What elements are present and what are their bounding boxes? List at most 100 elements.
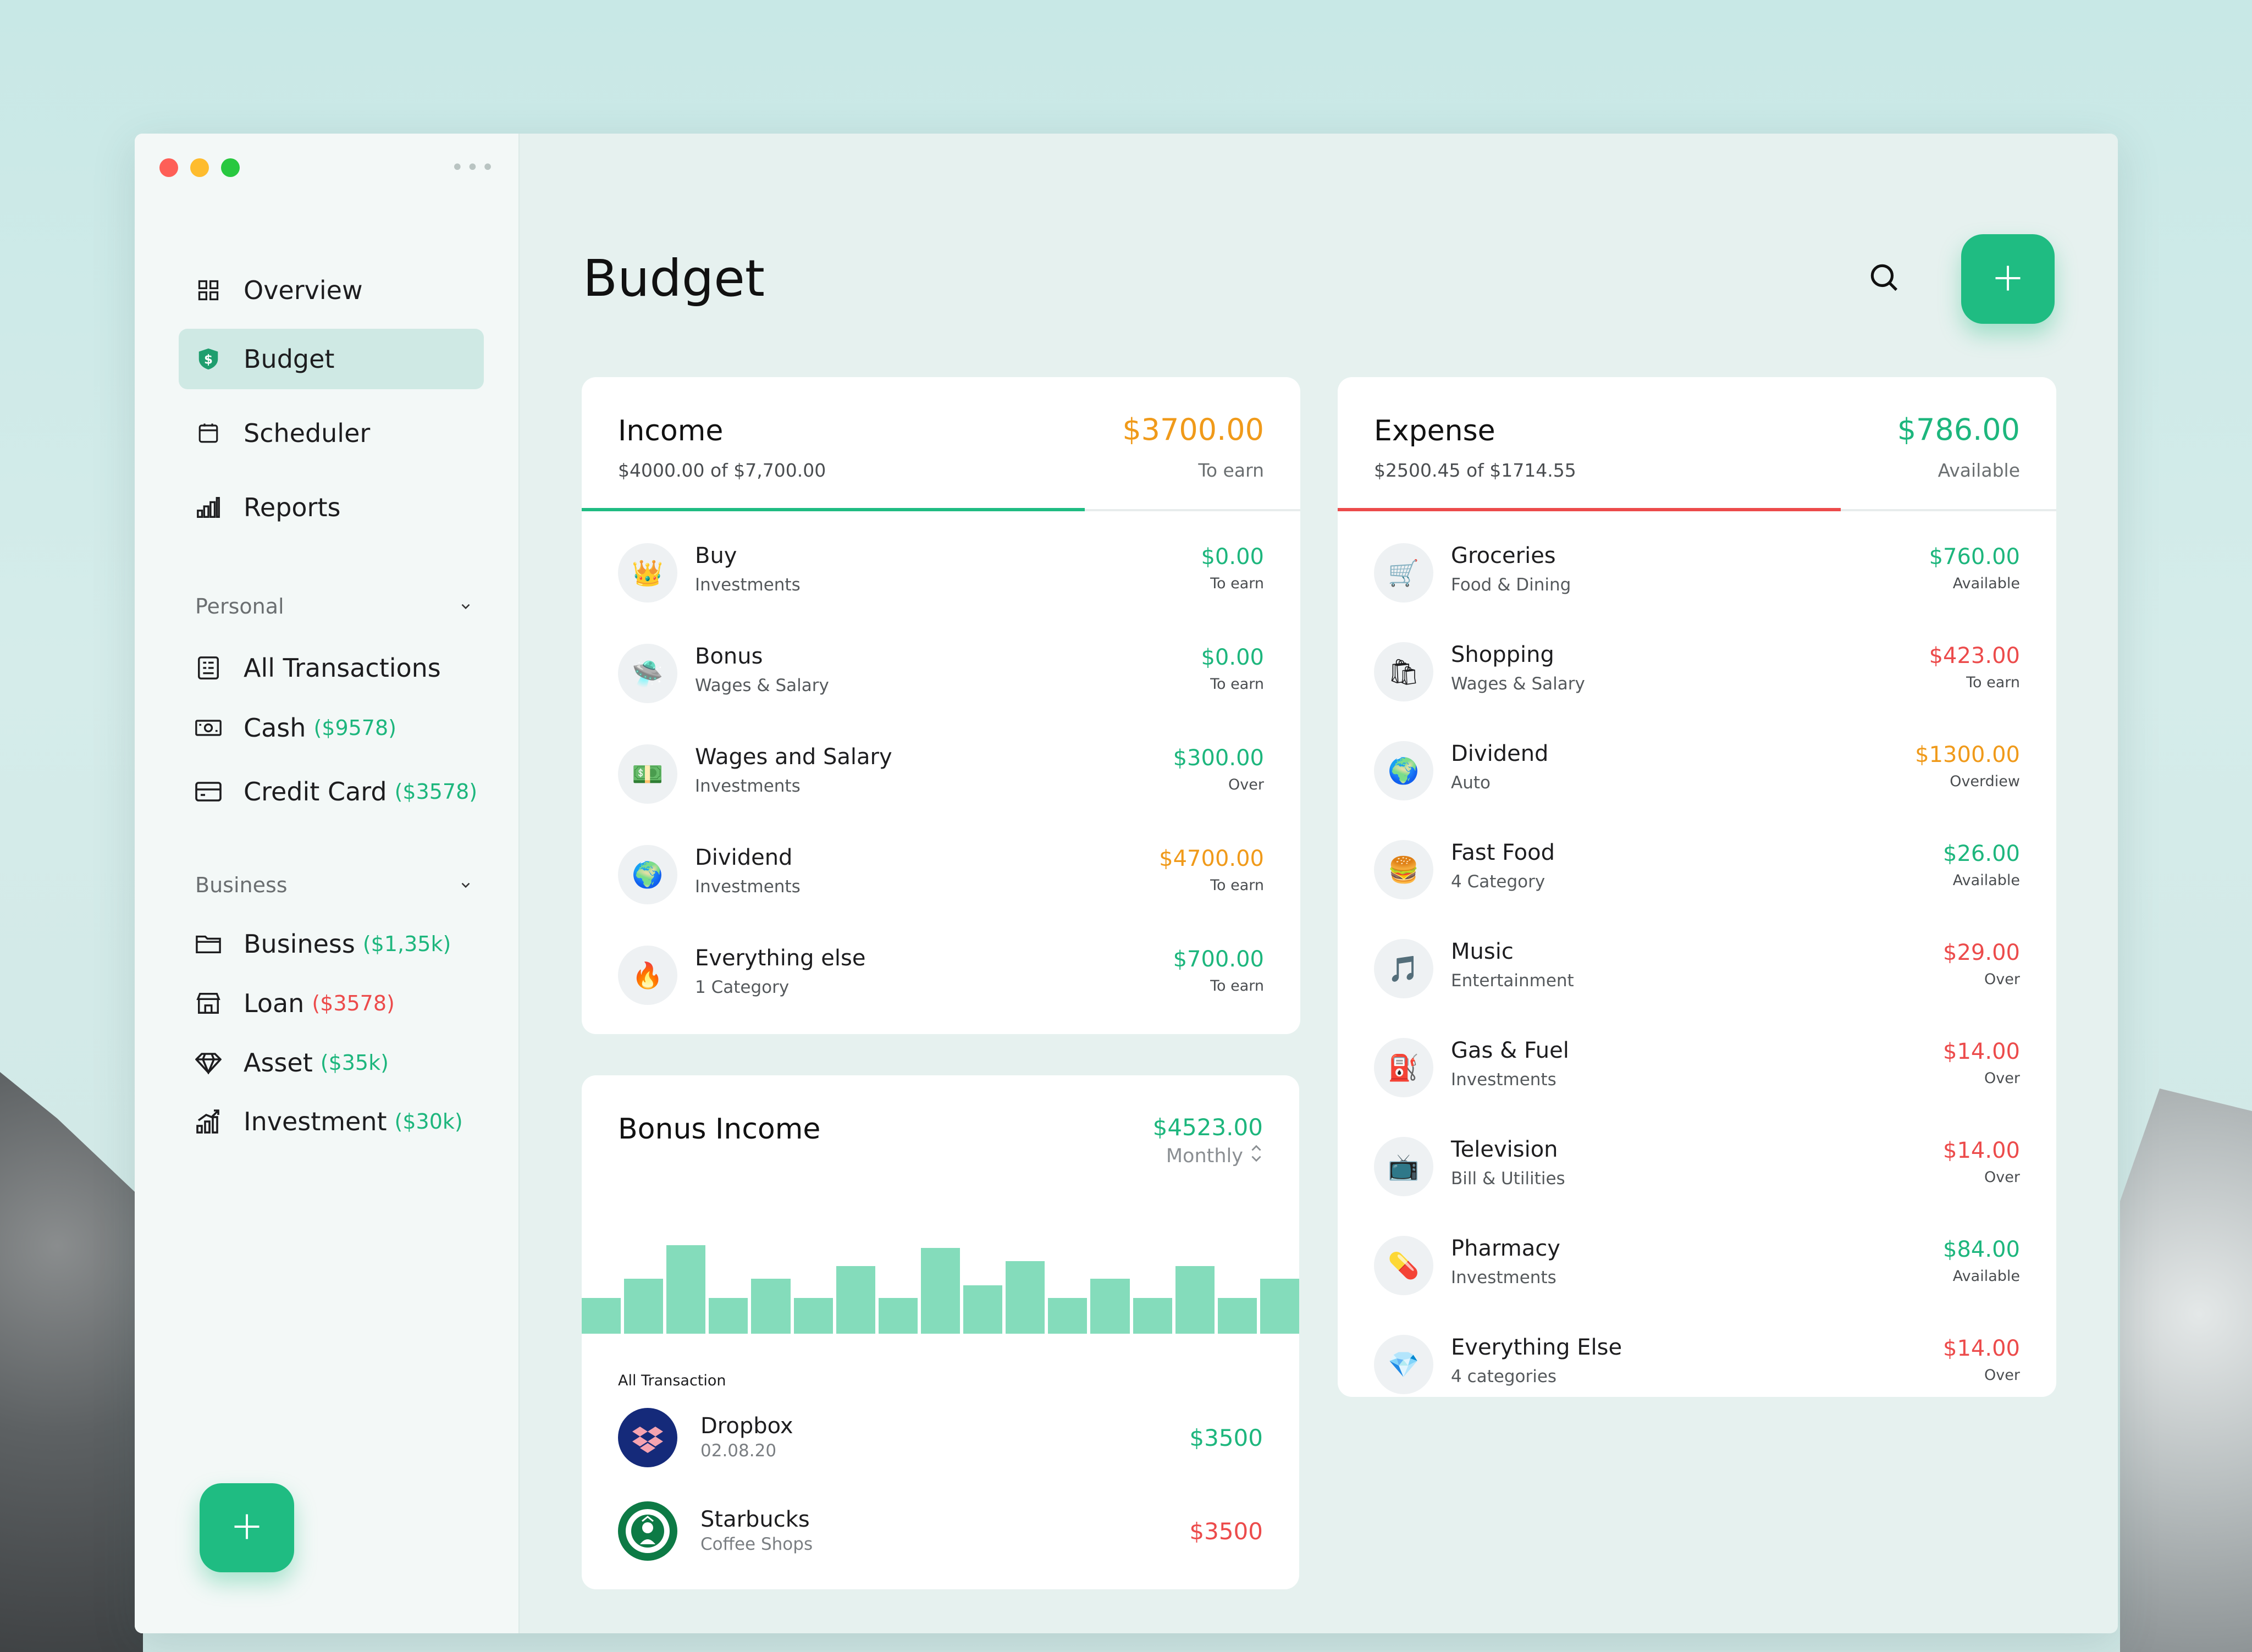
sidebar-item-cash[interactable]: Cash ($9578) [195,713,396,743]
minimize-window-button[interactable] [190,158,209,177]
income-row[interactable]: 🔥 Everything else 1 Category $700.00 To earn [618,939,1264,1016]
sidebar-item-investment[interactable]: Investment ($30k) [195,1107,463,1136]
expense-row[interactable]: ⛽ Gas & Fuel Investments $14.00 Over [1374,1031,2020,1108]
row-category: Investments [1451,1268,1556,1288]
sidebar-item-all-transactions[interactable]: All Transactions [195,653,441,683]
income-row[interactable]: 💵 Wages and Salary Investments $300.00 Over [618,738,1264,815]
sidebar-item-business[interactable]: Business ($1,35k) [195,929,451,959]
row-status: Over [1984,971,2020,988]
expense-row[interactable]: 🍔 Fast Food 4 Category $26.00 Available [1374,833,2020,910]
bonus-bar [1006,1261,1045,1334]
income-row[interactable]: 👑 Buy Investments $0.00 To earn [618,537,1264,614]
expense-row[interactable]: 🛒 Groceries Food & Dining $760.00 Available [1374,537,2020,614]
sidebar-item-amount: ($3578) [394,780,478,804]
bonus-bar [920,1248,961,1334]
row-status: Over [1984,1169,2020,1186]
row-amount: $14.00 [1943,1138,2020,1163]
bar-chart-icon [195,494,222,521]
row-status: To earn [1966,674,2020,691]
row-name: Shopping [1451,642,1554,667]
row-name: Music [1451,939,1514,964]
row-amount: $300.00 [1173,745,1264,771]
nav-scheduler-label: Scheduler [244,418,371,448]
expense-row[interactable]: 📺 Television Bill & Utilities $14.00 Over [1374,1130,2020,1207]
row-amount: $29.00 [1943,940,2020,965]
period-select-value: Monthly [1166,1145,1243,1167]
sidebar-item-label: Credit Card [244,777,387,806]
nav-budget-label: Budget [244,344,335,374]
close-window-button[interactable] [159,158,178,177]
search-button[interactable] [1867,260,1905,299]
sidebar-item-label: Asset [244,1048,313,1078]
category-emoji-icon: 🌍 [1374,741,1433,800]
expense-row[interactable]: 💊 Pharmacy Investments $84.00 Available [1374,1229,2020,1306]
expense-status: Available [1938,460,2020,481]
row-status: Overdiew [1950,773,2020,790]
transaction-row[interactable]: Starbucks Coffee Shops $3500 [618,1501,1263,1562]
transaction-row[interactable]: Dropbox 02.08.20 $3500 [618,1408,1263,1468]
row-name: Everything Else [1451,1335,1622,1360]
category-emoji-icon: 📺 [1374,1137,1433,1196]
transactions-label: All Transaction [618,1372,726,1389]
income-row[interactable]: 🌍 Dividend Investments $4700.00 To earn [618,838,1264,915]
bonus-bar [1175,1266,1215,1334]
sidebar-item-label: Loan [244,988,305,1018]
row-amount: $14.00 [1943,1039,2020,1064]
row-amount: $0.00 [1201,645,1264,670]
page-title: Budget [583,249,765,308]
personal-section-toggle[interactable]: Personal [195,594,473,618]
expense-subtitle: $2500.45 of $1714.55 [1374,460,1576,481]
add-budget-button[interactable] [1961,234,2055,324]
nav-overview[interactable]: Overview [179,260,484,321]
category-emoji-icon: 🔥 [618,946,677,1005]
row-amount: $700.00 [1173,947,1264,972]
growth-chart-icon [195,1108,222,1135]
row-name: Dividend [695,845,793,870]
row-amount: $760.00 [1929,544,2020,570]
category-emoji-icon: 🍔 [1374,840,1433,899]
bonus-bar [1133,1298,1172,1334]
bonus-bar [836,1266,875,1334]
sidebar-item-amount: ($9578) [313,716,396,740]
sidebar-item-label: Business [244,929,355,959]
category-emoji-icon: 💎 [1374,1335,1433,1394]
cash-icon [195,715,222,741]
row-category: 4 Category [1451,872,1546,892]
nav-scheduler[interactable]: Scheduler [179,403,484,463]
svg-text:$: $ [204,353,213,367]
sidebar-item-label: All Transactions [244,653,441,683]
row-category: Investments [695,877,801,897]
business-section-toggle[interactable]: Business [195,873,473,897]
expense-row[interactable]: 🛍 Shopping Wages & Salary $423.00 To earn [1374,636,2020,712]
expense-row[interactable]: 💎 Everything Else 4 categories $14.00 Over [1374,1328,2020,1397]
more-options-icon[interactable]: ••• [451,157,496,179]
transaction-amount: $3500 [1189,1424,1263,1451]
chevron-down-icon [459,594,473,618]
nav-reports[interactable]: Reports [179,477,484,538]
bonus-bar [709,1298,748,1334]
sidebar-item-amount: ($3578) [312,991,395,1015]
sidebar-item-asset[interactable]: Asset ($35k) [195,1048,389,1078]
bonus-income-card: Bonus Income $4523.00 Monthly All Transa… [582,1075,1299,1589]
income-amount: $3700.00 [1122,412,1264,447]
bonus-bar [1260,1279,1299,1334]
sidebar-item-credit-card[interactable]: Credit Card ($3578) [195,777,477,806]
income-row[interactable]: 🛸 Bonus Wages & Salary $0.00 To earn [618,637,1264,714]
shield-dollar-icon: $ [195,346,222,372]
row-amount: $1300.00 [1915,742,2020,767]
row-category: Auto [1451,773,1491,793]
expense-row[interactable]: 🎵 Music Entertainment $29.00 Over [1374,932,2020,1009]
expense-row[interactable]: 🌍 Dividend Auto $1300.00 Overdiew [1374,734,2020,811]
sidebar-item-loan[interactable]: Loan ($3578) [195,988,395,1018]
dropbox-logo-icon [618,1408,677,1467]
nav-budget[interactable]: $ Budget [179,329,484,389]
sidebar-add-button[interactable] [200,1483,294,1572]
sidebar-item-amount: ($35k) [320,1051,389,1075]
period-select[interactable]: Monthly [1166,1144,1263,1168]
row-name: Wages and Salary [695,744,892,770]
category-emoji-icon: 🛸 [618,644,677,703]
row-category: Food & Dining [1451,575,1571,595]
row-category: Wages & Salary [1451,674,1585,694]
maximize-window-button[interactable] [221,158,240,177]
expense-progress-track [1338,508,2056,511]
